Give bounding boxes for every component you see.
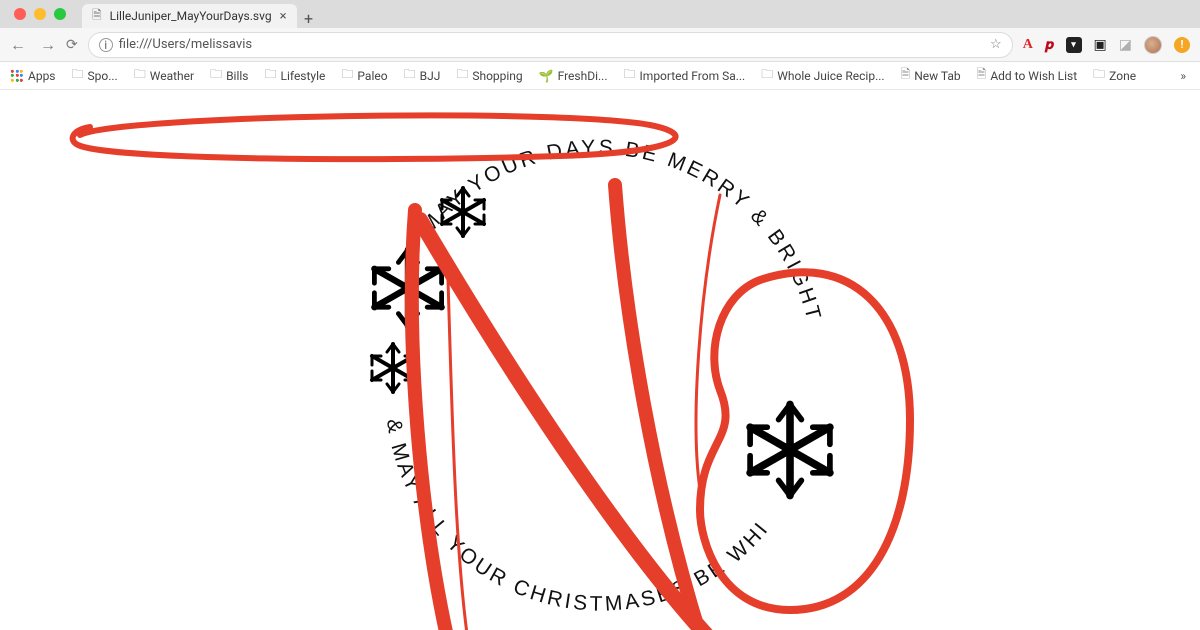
page-icon: 🗎 — [901, 65, 911, 86]
bookmark-label: Lifestyle — [281, 69, 326, 83]
alert-badge-icon[interactable]: ! — [1174, 37, 1190, 53]
bookmark-item[interactable]: 🗀 Imported From Sa... — [624, 65, 746, 86]
folder-icon: 🗀 — [456, 65, 468, 86]
address-bar[interactable]: i file:///Users/melissavis ☆ — [88, 32, 1013, 58]
nav-arrows: ← → — [10, 35, 56, 55]
snowflake-icon — [374, 250, 441, 327]
address-url: file:///Users/melissavis — [119, 37, 252, 52]
snowflake-icon — [372, 344, 414, 392]
profile-avatar-icon[interactable] — [1144, 36, 1162, 54]
folder-icon: 🗀 — [624, 65, 636, 86]
tab-title: LilleJuniper_MayYourDays.svg — [110, 9, 272, 23]
bookmark-item[interactable]: 🗀 Weather — [134, 65, 194, 86]
folder-icon: 🗀 — [1093, 65, 1105, 86]
browser-tab-strip: 🗎 LilleJuniper_MayYourDays.svg × + — [0, 0, 1200, 28]
leaf-icon: 🌱 — [539, 69, 554, 83]
bookmark-item[interactable]: 🗀 Spo... — [72, 65, 118, 86]
bookmark-label: Paleo — [357, 69, 387, 83]
bookmark-label: Add to Wish List — [990, 69, 1077, 83]
folder-icon: 🗀 — [134, 65, 146, 86]
new-tab-button[interactable]: + — [297, 9, 321, 28]
bookmark-item[interactable]: 🗀 Whole Juice Recip... — [761, 65, 884, 86]
bookmark-item[interactable]: 🌱 FreshDi... — [539, 69, 608, 83]
bookmark-label: Weather — [150, 69, 194, 83]
snowflake-icon — [750, 404, 830, 495]
window-close-icon[interactable] — [14, 8, 26, 20]
reload-button[interactable]: ⟳ — [66, 37, 78, 53]
forward-button[interactable]: → — [40, 35, 56, 55]
page-viewport: MAY YOUR DAYS BE MERRY & BRIGHT & MAY AL… — [0, 90, 1200, 630]
bookmark-star-icon[interactable]: ☆ — [990, 37, 1002, 52]
pinterest-icon[interactable]: 𝒑 — [1045, 37, 1054, 53]
page-icon: 🗎 — [977, 65, 987, 86]
bookmarks-overflow-button[interactable]: » — [1180, 69, 1190, 83]
window-traffic-lights — [8, 0, 72, 28]
apps-label: Apps — [28, 69, 56, 83]
window-zoom-icon[interactable] — [54, 8, 66, 20]
folder-icon: 🗀 — [72, 65, 84, 86]
svg-arc-text-top: MAY YOUR DAYS BE MERRY & BRIGHT — [416, 136, 825, 324]
facebook-icon[interactable]: ◪ — [1119, 37, 1132, 53]
bookmark-label: Shopping — [472, 69, 522, 83]
bookmarks-bar: Apps 🗀Spo... 🗀Weather 🗀Bills 🗀Lifestyle … — [0, 62, 1200, 90]
browser-tab[interactable]: 🗎 LilleJuniper_MayYourDays.svg × — [82, 4, 297, 28]
pocket-icon[interactable]: ▾ — [1066, 37, 1082, 53]
bookmark-label: New Tab — [914, 69, 960, 83]
bookmark-item[interactable]: 🗀 BJJ — [404, 65, 441, 86]
bookmark-label: BJJ — [420, 69, 441, 83]
extension-tray: A 𝒑 ▾ ▣ ◪ ! — [1023, 36, 1190, 54]
close-icon[interactable]: × — [280, 9, 287, 24]
bookmark-item[interactable]: 🗎New Tab — [901, 65, 961, 86]
extension-a-icon[interactable]: A — [1023, 37, 1033, 53]
bookmark-item[interactable]: 🗀 Zone — [1093, 65, 1136, 86]
apps-button[interactable]: Apps — [10, 69, 56, 83]
bookmark-label: FreshDi... — [558, 69, 608, 83]
bookmark-label: Spo... — [88, 69, 118, 83]
folder-icon: 🗀 — [404, 65, 416, 86]
file-icon: 🗎 — [92, 6, 102, 27]
bookmark-label: Whole Juice Recip... — [777, 69, 884, 83]
bookmark-label: Bills — [226, 69, 248, 83]
bookmark-label: Imported From Sa... — [640, 69, 746, 83]
bookmark-label: Zone — [1109, 69, 1136, 83]
svg-content: MAY YOUR DAYS BE MERRY & BRIGHT & MAY AL… — [0, 90, 1200, 630]
back-button[interactable]: ← — [10, 35, 26, 55]
bookmark-item[interactable]: 🗀 Bills — [210, 65, 248, 86]
site-info-icon[interactable]: i — [99, 38, 113, 52]
folder-icon: 🗀 — [341, 65, 353, 86]
folder-icon: 🗀 — [210, 65, 222, 86]
bookmark-item[interactable]: 🗀 Paleo — [341, 65, 387, 86]
window-minimize-icon[interactable] — [34, 8, 46, 20]
browser-toolbar: ← → ⟳ i file:///Users/melissavis ☆ A 𝒑 ▾… — [0, 28, 1200, 62]
bookmark-item[interactable]: 🗀 Lifestyle — [265, 65, 326, 86]
camera-icon[interactable]: ▣ — [1094, 37, 1107, 53]
folder-icon: 🗀 — [265, 65, 277, 86]
bookmark-item[interactable]: 🗀 Shopping — [456, 65, 522, 86]
apps-grid-icon — [10, 69, 24, 83]
bookmark-item[interactable]: 🗎Add to Wish List — [977, 65, 1077, 86]
folder-icon: 🗀 — [761, 65, 773, 86]
